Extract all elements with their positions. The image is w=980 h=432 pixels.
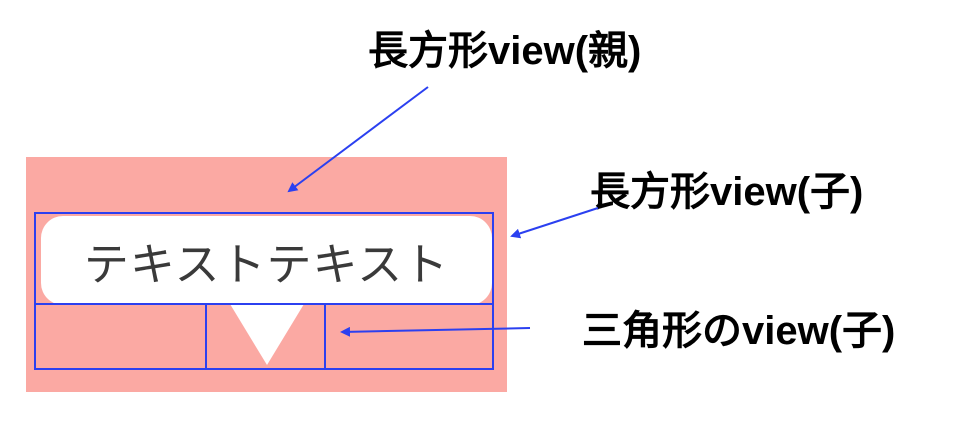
arrow-to-child-rectangle: [510, 207, 599, 239]
annotation-arrows: [287, 86, 599, 337]
arrow-to-triangle-view: [340, 326, 531, 337]
arrow-to-parent-view: [287, 86, 429, 193]
